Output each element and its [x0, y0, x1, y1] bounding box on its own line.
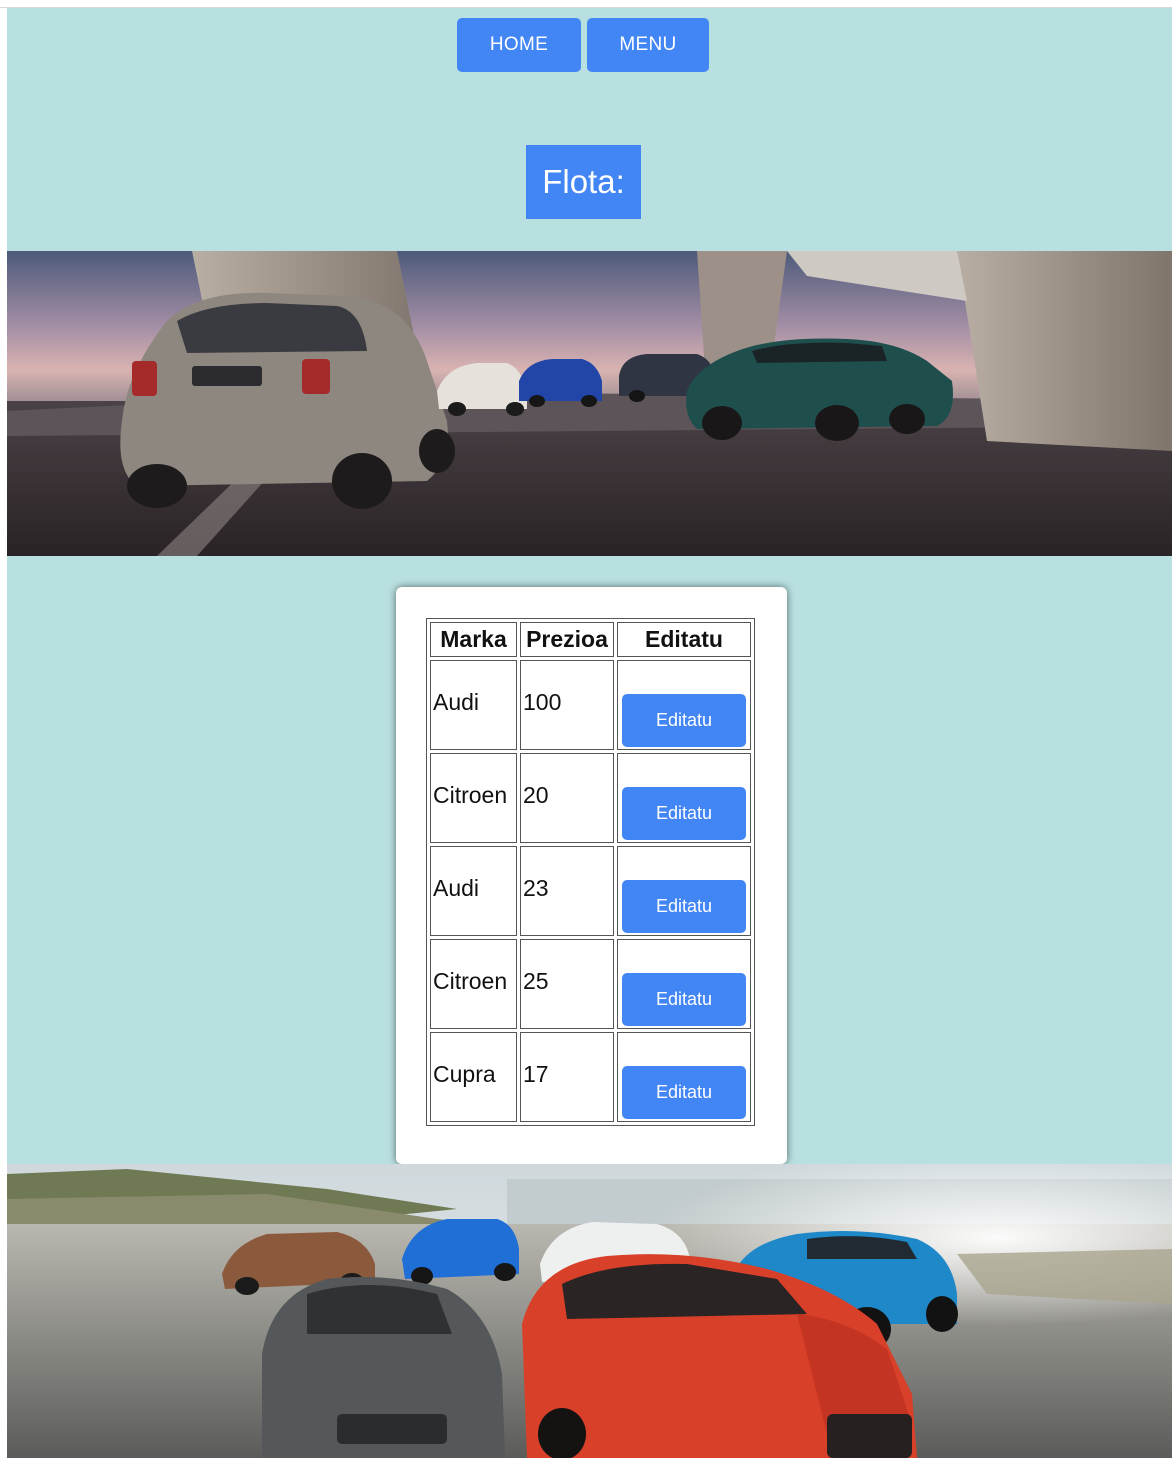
cell-editatu: Editatu	[617, 939, 751, 1029]
column-header-marka: Marka	[430, 622, 517, 657]
table-row: Citroen 20 Editatu	[430, 753, 751, 843]
cell-marka: Audi	[430, 660, 517, 750]
table-row: Cupra 17 Editatu	[430, 1032, 751, 1122]
table-row: Audi 100 Editatu	[430, 660, 751, 750]
cell-prezioa: 20	[520, 753, 614, 843]
cell-editatu: Editatu	[617, 1032, 751, 1122]
edit-button[interactable]: Editatu	[622, 972, 746, 1026]
cell-marka: Cupra	[430, 1032, 517, 1122]
cars-beach-photo	[7, 1164, 1172, 1458]
cell-marka: Citroen	[430, 753, 517, 843]
table-header-row: Marka Prezioa Editatu	[430, 622, 751, 657]
fleet-hero-image-bottom	[7, 1164, 1172, 1458]
cell-marka: Citroen	[430, 939, 517, 1029]
edit-button[interactable]: Editatu	[622, 879, 746, 933]
edit-button[interactable]: Editatu	[622, 786, 746, 840]
cell-prezioa: 100	[520, 660, 614, 750]
column-header-prezioa: Prezioa	[520, 622, 614, 657]
fleet-hero-image-top	[7, 251, 1172, 556]
cell-prezioa: 17	[520, 1032, 614, 1122]
cell-marka: Audi	[430, 846, 517, 936]
cell-editatu: Editatu	[617, 753, 751, 843]
edit-button[interactable]: Editatu	[622, 1065, 746, 1119]
column-header-editatu: Editatu	[617, 622, 751, 657]
fleet-table-card: Marka Prezioa Editatu Audi 100 Editatu C…	[396, 587, 787, 1164]
table-row: Citroen 25 Editatu	[430, 939, 751, 1029]
title-wrap: Flota:	[7, 145, 1172, 219]
page-title: Flota:	[526, 145, 641, 219]
page-body: HOME MENU Flota: Marka Prezioa Editatu A…	[7, 8, 1172, 1458]
edit-button[interactable]: Editatu	[622, 693, 746, 747]
cell-prezioa: 25	[520, 939, 614, 1029]
cars-dusk-photo	[7, 251, 1172, 556]
menu-button[interactable]: MENU	[587, 18, 709, 72]
top-nav: HOME MENU	[7, 18, 1172, 72]
fleet-table: Marka Prezioa Editatu Audi 100 Editatu C…	[426, 618, 755, 1126]
cell-editatu: Editatu	[617, 660, 751, 750]
cell-prezioa: 23	[520, 846, 614, 936]
home-button[interactable]: HOME	[457, 18, 581, 72]
browser-top-edge	[0, 0, 1172, 8]
table-row: Audi 23 Editatu	[430, 846, 751, 936]
cell-editatu: Editatu	[617, 846, 751, 936]
